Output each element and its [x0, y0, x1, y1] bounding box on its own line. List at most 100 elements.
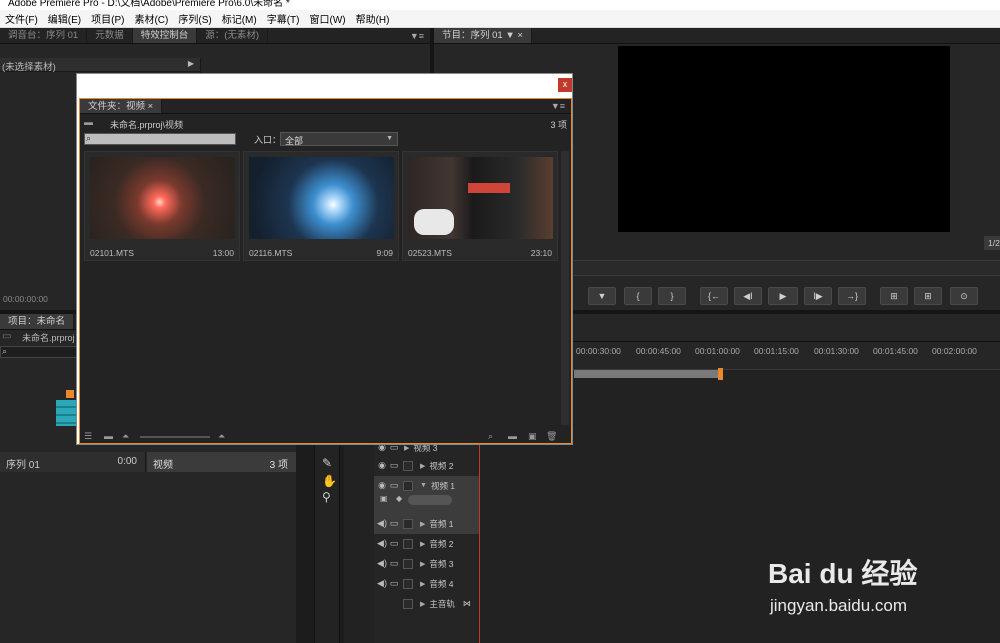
- lock-box[interactable]: [403, 538, 413, 549]
- track-video-1[interactable]: ◉ ▭ ▼ 视频 1: [376, 476, 478, 495]
- panel-menu-icon[interactable]: ▼≡: [410, 31, 430, 41]
- search-icon: ⌕: [86, 133, 92, 143]
- play-button[interactable]: ▶: [768, 287, 798, 305]
- tab-bin[interactable]: 文件夹：视频 ×: [80, 99, 163, 113]
- track-audio-4[interactable]: ◀) ▭ ▶ 音频 4: [376, 574, 478, 593]
- eye-icon[interactable]: ◉: [376, 480, 388, 491]
- menu-sequence[interactable]: 序列(S): [173, 11, 216, 26]
- clip-thumbnail[interactable]: 02116.MTS 9:09: [243, 151, 399, 261]
- track-master[interactable]: ▶ 主音轨 ⋈: [376, 594, 478, 613]
- playhead-line[interactable]: [479, 434, 480, 643]
- tab-metadata[interactable]: 元数据: [87, 28, 133, 43]
- collapse-icon[interactable]: ▼: [420, 482, 427, 489]
- expand-icon[interactable]: ▶: [188, 59, 194, 68]
- bin-search-input[interactable]: ⌕: [84, 133, 236, 145]
- program-fraction[interactable]: 1/2: [984, 236, 1000, 250]
- trash-icon[interactable]: 🗑: [546, 431, 557, 442]
- film-icon[interactable]: ▭: [388, 538, 400, 549]
- entry-dropdown[interactable]: 全部 ▼: [280, 132, 398, 146]
- display-style-icon[interactable]: ▣: [380, 494, 388, 503]
- menu-file[interactable]: 文件(F): [0, 11, 43, 26]
- clip-thumbnail[interactable]: 02101.MTS 13:00: [84, 151, 240, 261]
- icon-view-icon[interactable]: ▬: [104, 431, 113, 441]
- add-marker-button[interactable]: ▼: [588, 287, 616, 305]
- export-frame-button[interactable]: ⊙: [950, 287, 978, 305]
- keyframe-row[interactable]: ▣ ◆: [380, 494, 452, 506]
- zoom-slider[interactable]: [140, 436, 210, 438]
- expand-icon[interactable]: ▶: [420, 560, 425, 568]
- bin-close-button[interactable]: x: [558, 78, 572, 92]
- program-mini-timeline[interactable]: [574, 260, 1000, 276]
- track-audio-2[interactable]: ◀) ▭ ▶ 音频 2: [376, 534, 478, 553]
- go-to-out-button[interactable]: →}: [838, 287, 866, 305]
- step-forward-button[interactable]: I▶: [804, 287, 832, 305]
- speaker-icon[interactable]: ◀): [376, 558, 388, 569]
- film-icon[interactable]: ▭: [388, 578, 400, 589]
- master-meter-icon[interactable]: ⋈: [463, 599, 471, 608]
- project-search-input[interactable]: ⌕: [0, 346, 78, 358]
- speaker-icon[interactable]: ◀): [376, 518, 388, 529]
- folder-icon: ▭: [2, 331, 12, 342]
- zoom-icon[interactable]: ⚲: [322, 490, 331, 504]
- menu-clip[interactable]: 素材(C): [129, 11, 173, 26]
- menu-help[interactable]: 帮助(H): [351, 11, 395, 26]
- pen-icon[interactable]: ✎: [322, 456, 332, 470]
- mark-in-button[interactable]: {: [624, 287, 652, 305]
- expand-icon[interactable]: ▶: [420, 580, 425, 588]
- mark-out-button[interactable]: }: [658, 287, 686, 305]
- menu-title[interactable]: 字幕(T): [262, 11, 305, 26]
- expand-icon[interactable]: ▶: [420, 462, 425, 470]
- lock-box[interactable]: [403, 598, 413, 609]
- menu-project[interactable]: 项目(P): [86, 11, 129, 26]
- tab-dropdown-icon[interactable]: ▼ ×: [505, 30, 523, 41]
- project-row-bin[interactable]: 视频 3 项: [147, 452, 296, 472]
- speaker-icon[interactable]: ◀): [376, 578, 388, 589]
- clip-name: 02116.MTS: [249, 248, 293, 258]
- film-icon[interactable]: ▭: [388, 558, 400, 569]
- film-icon[interactable]: ▭: [388, 460, 400, 471]
- go-to-in-button[interactable]: {←: [700, 287, 728, 305]
- lock-box[interactable]: [403, 518, 413, 529]
- work-area-bar[interactable]: [574, 370, 720, 378]
- track-label: 音频 4: [429, 578, 454, 589]
- lift-button[interactable]: ⊞: [880, 287, 908, 305]
- new-bin-icon[interactable]: ▬: [508, 431, 517, 441]
- eye-icon[interactable]: ◉: [376, 460, 388, 471]
- search-icon[interactable]: ⌕: [488, 431, 493, 442]
- bin-scrollbar[interactable]: [561, 151, 569, 425]
- menu-marker[interactable]: 标记(M): [217, 11, 262, 26]
- extract-button[interactable]: ⊞: [914, 287, 942, 305]
- lock-box[interactable]: [403, 460, 413, 471]
- step-back-button[interactable]: ◀I: [734, 287, 762, 305]
- tab-project[interactable]: 项目：未命名: [0, 314, 75, 329]
- zoom-out-icon[interactable]: ⏶: [122, 431, 129, 442]
- lock-box[interactable]: [403, 480, 413, 491]
- keyframe-icon[interactable]: ◆: [396, 494, 402, 503]
- expand-icon[interactable]: ▶: [420, 600, 425, 608]
- keyframe-pill[interactable]: [408, 495, 452, 505]
- tab-source[interactable]: 源：(无素材): [197, 28, 269, 43]
- zoom-in-icon[interactable]: ⏶: [218, 431, 225, 442]
- menu-edit[interactable]: 编辑(E): [43, 11, 86, 26]
- lock-box[interactable]: [403, 558, 413, 569]
- track-audio-3[interactable]: ◀) ▭ ▶ 音频 3: [376, 554, 478, 573]
- expand-icon[interactable]: ▶: [420, 540, 425, 548]
- film-icon[interactable]: ▭: [388, 480, 400, 491]
- track-video-2[interactable]: ◉ ▭ ▶ 视频 2: [376, 456, 478, 475]
- tab-effect-controls[interactable]: 特效控制台: [132, 28, 198, 43]
- track-audio-1[interactable]: ◀) ▭ ▶ 音频 1: [376, 514, 478, 533]
- menu-window[interactable]: 窗口(W): [304, 11, 350, 26]
- hand-icon[interactable]: ✋: [322, 474, 337, 488]
- lock-box[interactable]: [403, 578, 413, 589]
- film-icon[interactable]: ▭: [388, 518, 400, 529]
- expand-icon[interactable]: ▶: [420, 520, 425, 528]
- speaker-icon[interactable]: ◀): [376, 538, 388, 549]
- tab-audio-mixer[interactable]: 调音台：序列 01: [0, 28, 88, 43]
- list-view-icon[interactable]: ☰: [84, 431, 92, 442]
- clip-thumbnail[interactable]: 02523.MTS 23:10: [402, 151, 558, 261]
- project-row-sequence[interactable]: 序列 01 0:00: [0, 452, 146, 472]
- new-item-icon[interactable]: ▣: [528, 431, 537, 442]
- tab-program[interactable]: 节目：序列 01 ▼ ×: [434, 28, 532, 43]
- work-area-end-marker[interactable]: [718, 368, 723, 380]
- panel-menu-icon[interactable]: ▼≡: [551, 101, 571, 111]
